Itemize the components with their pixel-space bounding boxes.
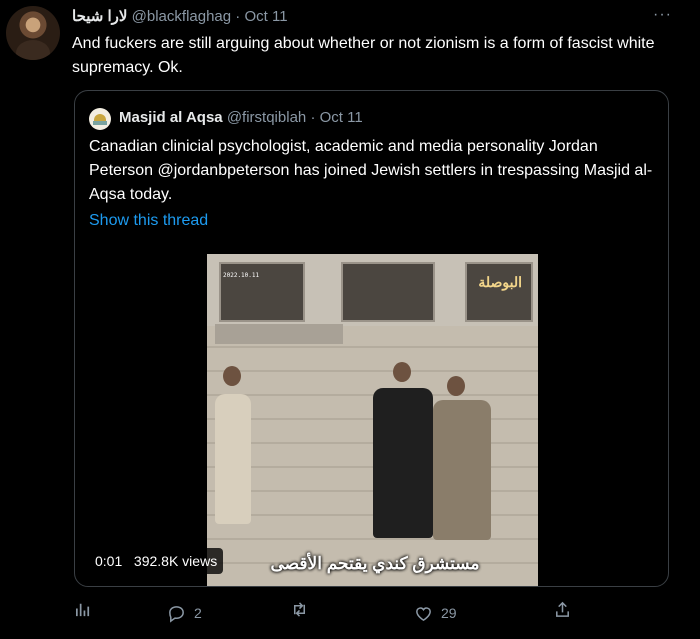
video-person-2 <box>373 388 433 538</box>
like-count: 29 <box>441 605 457 621</box>
action-bar: 2 29 <box>0 600 700 630</box>
analytics-button[interactable] <box>74 600 93 619</box>
reply-count: 2 <box>194 605 202 621</box>
video-ledge <box>215 324 343 344</box>
author-name[interactable]: لارا شيحا <box>72 8 127 25</box>
video-person-3 <box>433 400 491 540</box>
tweet: لارا شيحا @blackflaghag · Oct 11 ··· And… <box>0 0 700 639</box>
video-channel-logo: البوصلة <box>478 274 522 290</box>
analytics-icon <box>75 603 90 617</box>
quote-author-name[interactable]: Masjid al Aqsa <box>119 109 223 126</box>
reply-button[interactable]: 2 <box>167 600 202 626</box>
video-caption: مستشرق كندي يقتحم الأقصى <box>270 554 480 573</box>
video-person-2-head <box>393 362 411 382</box>
video-building-right <box>465 262 533 322</box>
quote-separator-dot: · <box>310 109 316 126</box>
video-building-left <box>219 262 305 322</box>
like-icon <box>416 606 431 621</box>
share-button[interactable] <box>553 600 572 619</box>
video-time-views-badge: 0:01 392.8K views <box>89 548 224 574</box>
quote-time[interactable]: Oct 11 <box>320 109 363 126</box>
author-handle[interactable]: @blackflaghag <box>132 8 231 25</box>
video-building-center <box>341 262 435 322</box>
more-icon[interactable]: ··· <box>653 6 672 24</box>
like-button[interactable]: 29 <box>414 600 457 626</box>
reply-icon <box>169 605 184 623</box>
quote-header: Masjid al Aqsa @firstqiblah · Oct 11 <box>119 109 363 127</box>
video-person-1-head <box>223 366 241 386</box>
retweet-icon <box>293 602 306 617</box>
share-icon <box>556 601 569 617</box>
video-person-3-head <box>447 376 465 396</box>
quoted-tweet[interactable]: Masjid al Aqsa @firstqiblah · Oct 11 Can… <box>74 90 669 587</box>
author-avatar[interactable] <box>6 6 60 60</box>
tweet-text: And fuckers are still arguing about whet… <box>72 35 655 76</box>
tweet-header: لارا شيحا @blackflaghag · Oct 11 <box>72 8 288 26</box>
video-time: 0:01 <box>95 553 123 569</box>
separator-dot: · <box>235 8 241 25</box>
retweet-button[interactable] <box>290 600 309 619</box>
quote-text: Canadian clinicial psychologist, academi… <box>89 138 653 203</box>
quote-author-handle[interactable]: @firstqiblah <box>227 109 306 126</box>
video-timestamp-overlay: 2022.10.11 <box>223 272 260 279</box>
video-views: 392.8K views <box>133 553 218 569</box>
video-player[interactable]: 2022.10.11 البوصلة مستشرق كندي يقتحم الأ… <box>207 254 538 586</box>
tweet-time[interactable]: Oct 11 <box>244 8 287 25</box>
avatar-figure <box>16 40 50 60</box>
video-person-1 <box>215 394 251 524</box>
show-thread-link[interactable]: Show this thread <box>89 212 208 230</box>
quote-avatar-mosque-icon[interactable] <box>89 108 111 130</box>
